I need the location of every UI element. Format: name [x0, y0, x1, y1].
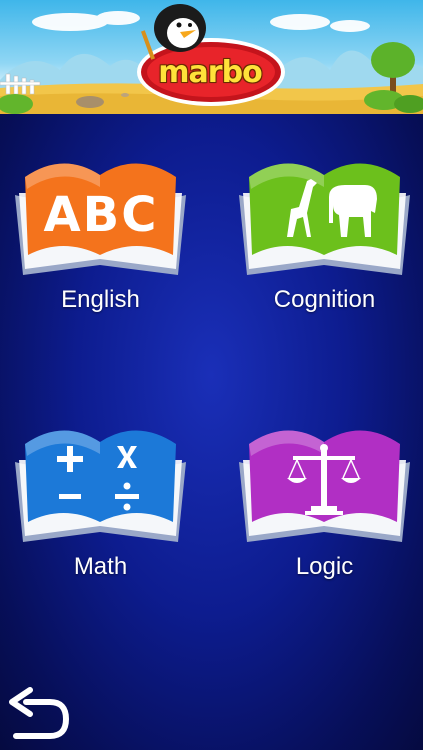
category-cognition[interactable]: Cognition	[237, 157, 412, 313]
scale-icon	[287, 444, 361, 515]
math-operators-icon	[57, 446, 139, 511]
category-label-logic: Logic	[295, 553, 354, 580]
giraffe-elephant-icon	[287, 179, 377, 237]
category-math[interactable]: Math	[13, 424, 188, 580]
back-button[interactable]	[6, 686, 70, 742]
back-arrow-icon	[9, 687, 69, 739]
category-label-cognition: Cognition	[273, 286, 376, 313]
category-english[interactable]: ABC English	[13, 157, 188, 313]
category-logic[interactable]: Logic	[237, 424, 412, 580]
category-label-math: Math	[73, 553, 128, 580]
header-banner: marbo	[0, 0, 423, 114]
marbo-logo: marbo	[158, 54, 262, 90]
category-label-english: English	[61, 286, 140, 313]
abc-icon: ABC	[43, 187, 159, 243]
